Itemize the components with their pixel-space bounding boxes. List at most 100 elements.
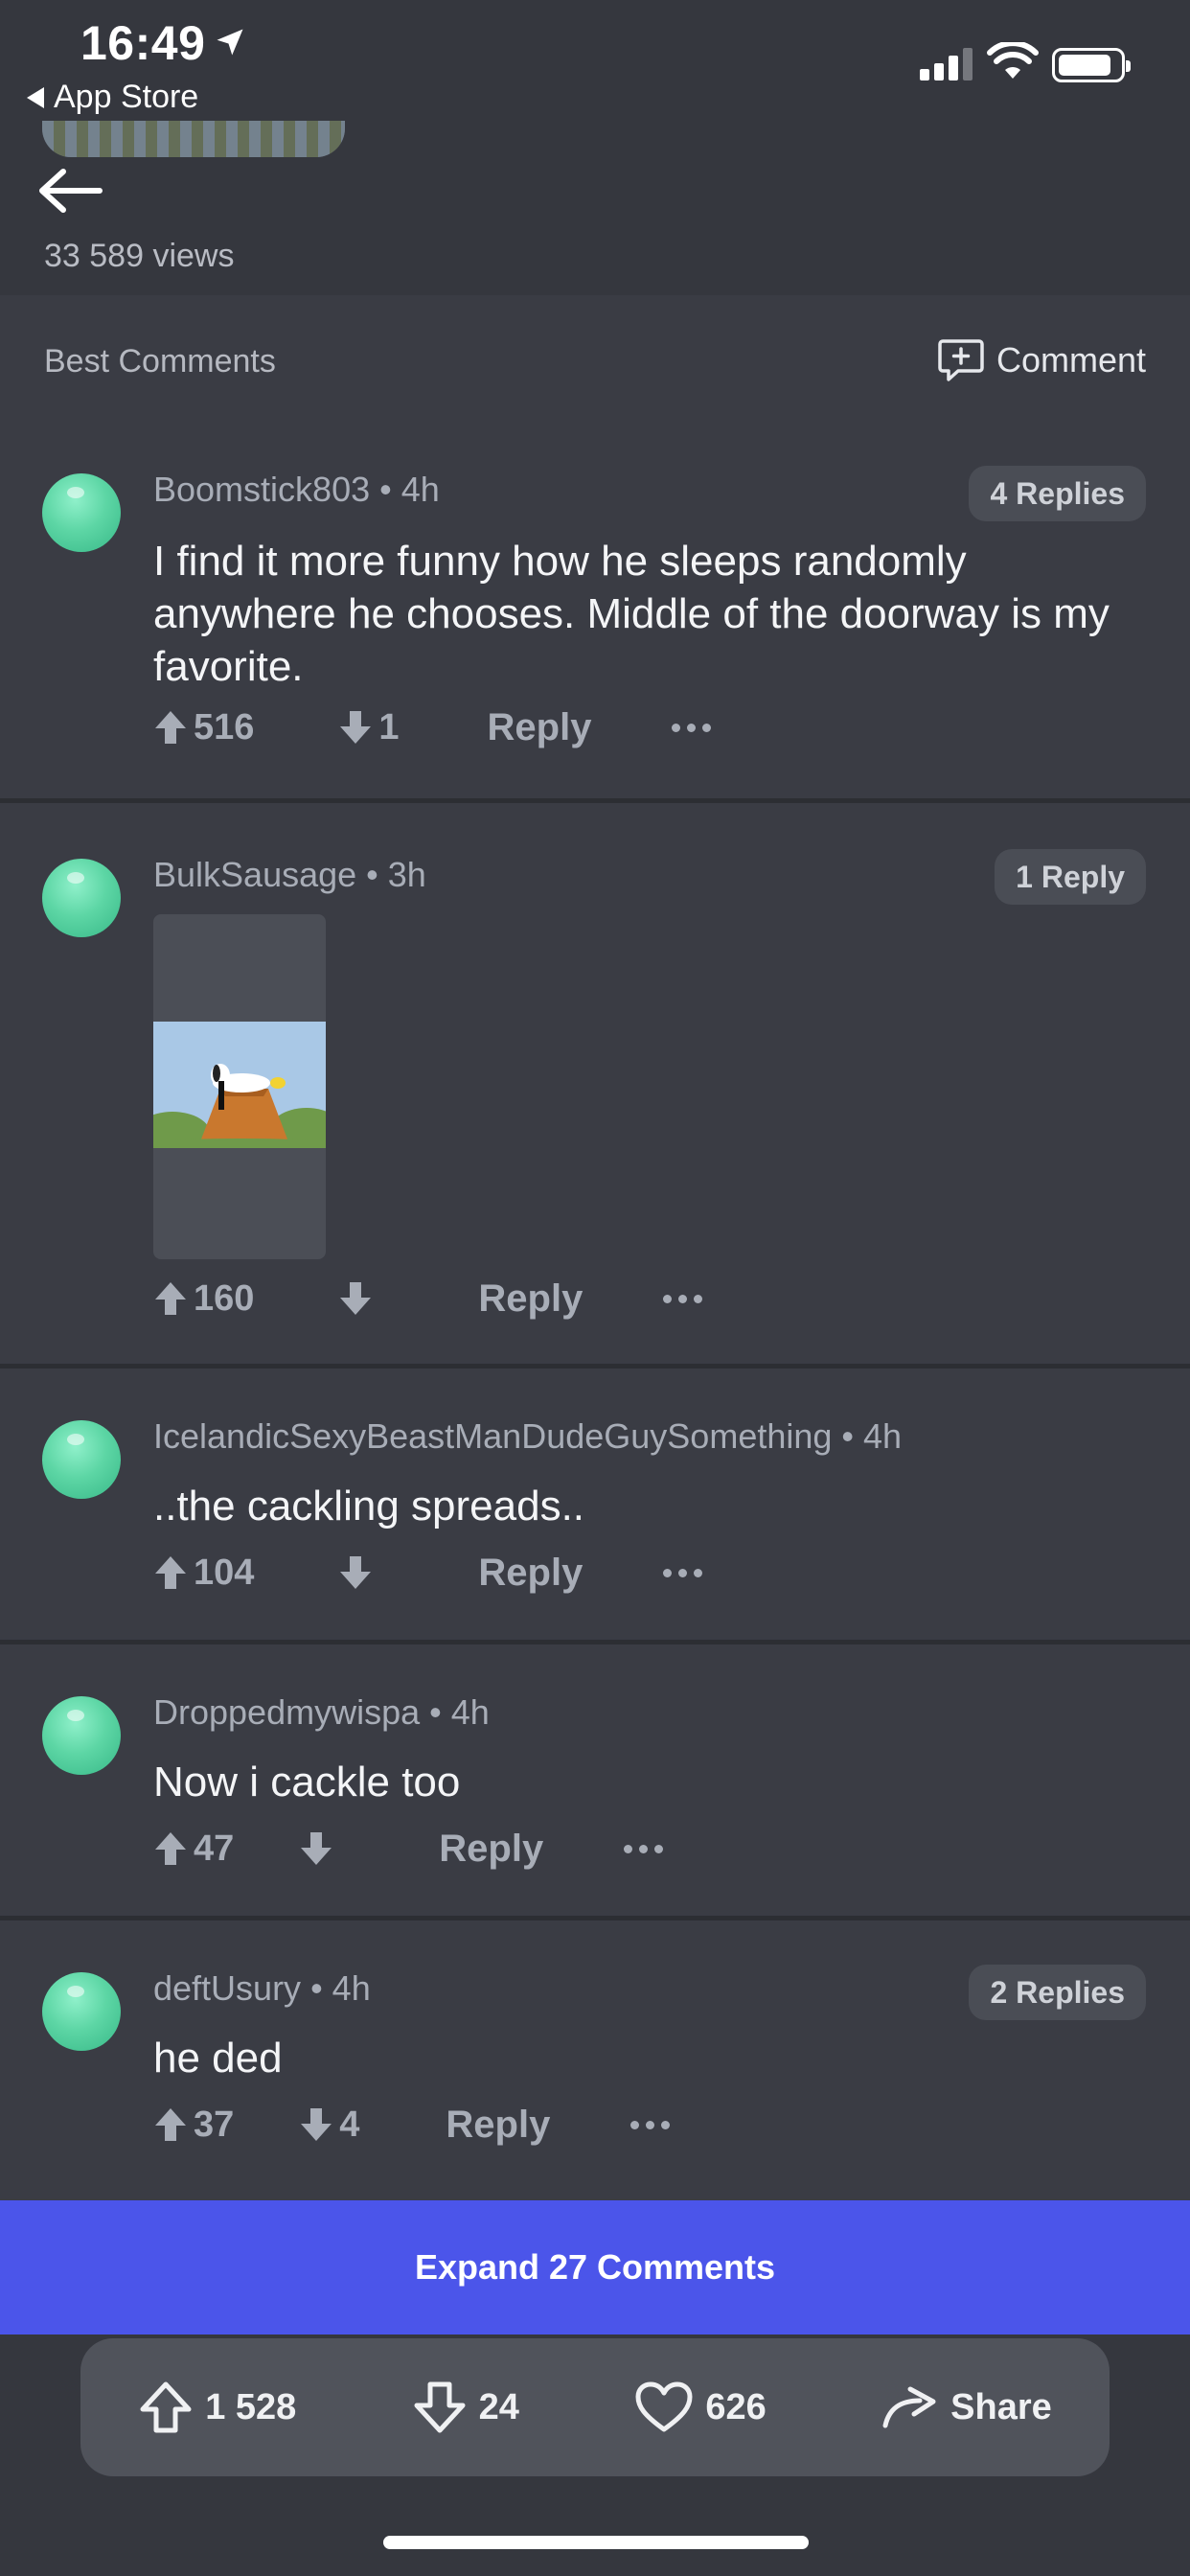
reply-button[interactable]: Reply [439,1828,543,1871]
share-label: Share [950,2386,1052,2427]
home-indicator[interactable] [383,2536,809,2549]
downvote-count: 1 [378,706,400,748]
downvote-arrow-icon [340,1556,372,1589]
comment-username[interactable]: Droppedmywispa [153,1692,420,1732]
downvote-arrow-icon [301,1832,332,1865]
comment-actions: 160 Reply [153,1275,703,1322]
battery-icon [1052,48,1131,82]
comment-username[interactable]: IcelandicSexyBeastManDudeGuySomething [153,1416,832,1456]
comment-item: IcelandicSexyBeastManDudeGuySomething • 4h… [0,1368,1190,1644]
heart-icon [635,2381,693,2432]
upvote-outline-icon [140,2381,192,2433]
reply-button[interactable]: Reply [478,1277,583,1321]
upvote-count: 160 [194,1277,255,1319]
comment-button-label: Comment [995,340,1146,380]
location-arrow-icon [217,29,243,56]
upvote-arrow-icon [155,1556,186,1589]
best-comments-label: Best Comments [44,343,276,380]
back-arrow-icon[interactable] [36,167,103,215]
more-options-icon[interactable] [663,1294,703,1303]
comment-age: 4h [400,470,440,509]
upvote-button[interactable]: 47 [153,1828,234,1870]
back-app-label: App Store [54,79,199,115]
add-comment-button[interactable]: Comment [937,337,1146,383]
back-triangle-icon [27,86,44,108]
downvote-button[interactable] [299,1830,333,1867]
downvote-outline-icon [414,2381,466,2433]
share-arrow-icon [882,2386,936,2428]
replies-badge[interactable]: 4 Replies [969,466,1146,521]
post-downvote-button[interactable]: 24 [412,2380,519,2434]
comment-item: Boomstick803 • 4h 4 Replies I find it more… [0,399,1190,803]
comment-text: ..the cackling spreads.. [153,1483,585,1530]
snoopy-doghouse-image [153,1022,326,1148]
wifi-icon [987,42,1039,79]
avatar[interactable] [42,1696,121,1775]
comment-actions: 516 1 Reply [153,703,712,751]
upvote-button[interactable]: 160 [153,1278,254,1320]
comment-item: deftUsury • 4h 2 Replies he ded 37 4 Reply [0,1920,1190,2200]
share-button[interactable]: Share [881,2385,1052,2429]
comment-meta: Boomstick803 • 4h [153,470,440,509]
replies-badge[interactable]: 1 Reply [995,849,1146,905]
post-action-bar: 1 528 24 626 Share [80,2338,1110,2476]
reply-button[interactable]: Reply [446,2104,550,2147]
comment-username[interactable]: Boomstick803 [153,470,370,509]
status-time: 16:49 [80,16,206,70]
reply-button[interactable]: Reply [488,706,592,749]
downvote-button[interactable]: 4 [299,2104,359,2146]
upvote-arrow-icon [155,1832,186,1865]
comment-text: he ded [153,2035,283,2082]
downvote-arrow-icon [340,1282,372,1315]
upvote-count: 104 [194,1552,255,1593]
reply-button[interactable]: Reply [478,1552,583,1595]
comment-gif[interactable] [153,914,326,1259]
downvote-button[interactable] [338,1554,373,1591]
downvote-arrow-icon [340,711,372,744]
add-comment-icon [938,339,984,381]
upvote-arrow-icon [155,2108,186,2141]
comment-age: 4h [450,1692,490,1732]
comment-meta: BulkSausage • 3h [153,855,426,894]
avatar[interactable] [42,1420,121,1499]
gif-scene-image [153,1022,326,1148]
top-header: 16:49 App Store 33 589 views [0,0,1190,295]
comment-username[interactable]: BulkSausage [153,855,356,894]
post-upvote-count: 1 528 [205,2386,297,2427]
expand-comments-button[interactable]: Expand 27 Comments [0,2200,1190,2334]
comment-text: Now i cackle too [153,1759,461,1806]
more-options-icon[interactable] [624,1844,664,1853]
upvote-arrow-icon [155,711,186,744]
upvote-button[interactable]: 516 [153,707,254,748]
replies-badge[interactable]: 2 Replies [969,1965,1146,2020]
comment-text: I find it more funny how he sleeps rando… [153,538,1110,690]
downvote-button[interactable] [338,1280,373,1317]
comment-actions: 37 4 Reply [153,2101,671,2149]
favorite-count: 626 [705,2386,767,2427]
more-options-icon[interactable] [630,2120,671,2129]
view-count: 33 589 views [44,238,235,274]
downvote-button[interactable]: 1 [338,706,400,748]
upvote-count: 516 [194,706,255,748]
back-to-app-link[interactable]: App Store [27,79,198,116]
avatar[interactable] [42,473,121,552]
comment-actions: 47 Reply [153,1825,664,1873]
comment-username[interactable]: deftUsury [153,1968,301,2008]
post-upvote-button[interactable]: 1 528 [138,2380,296,2434]
upvote-count: 47 [194,1828,235,1869]
comment-item: Droppedmywispa • 4h Now i cackle too 47 Re… [0,1644,1190,1920]
comment-age: 4h [332,1968,371,2008]
comment-age: 3h [387,855,426,894]
comment-age: 4h [863,1416,903,1456]
upvote-button[interactable]: 37 [153,2104,234,2146]
upvote-count: 37 [194,2104,235,2145]
comment-meta: Droppedmywispa • 4h [153,1692,490,1732]
avatar[interactable] [42,1972,121,2051]
favorite-button[interactable]: 626 [634,2381,767,2433]
more-options-icon[interactable] [672,723,712,732]
more-options-icon[interactable] [663,1568,703,1577]
avatar[interactable] [42,859,121,937]
post-downvote-count: 24 [478,2386,519,2427]
upvote-button[interactable]: 104 [153,1552,254,1594]
comment-meta: deftUsury • 4h [153,1968,371,2008]
